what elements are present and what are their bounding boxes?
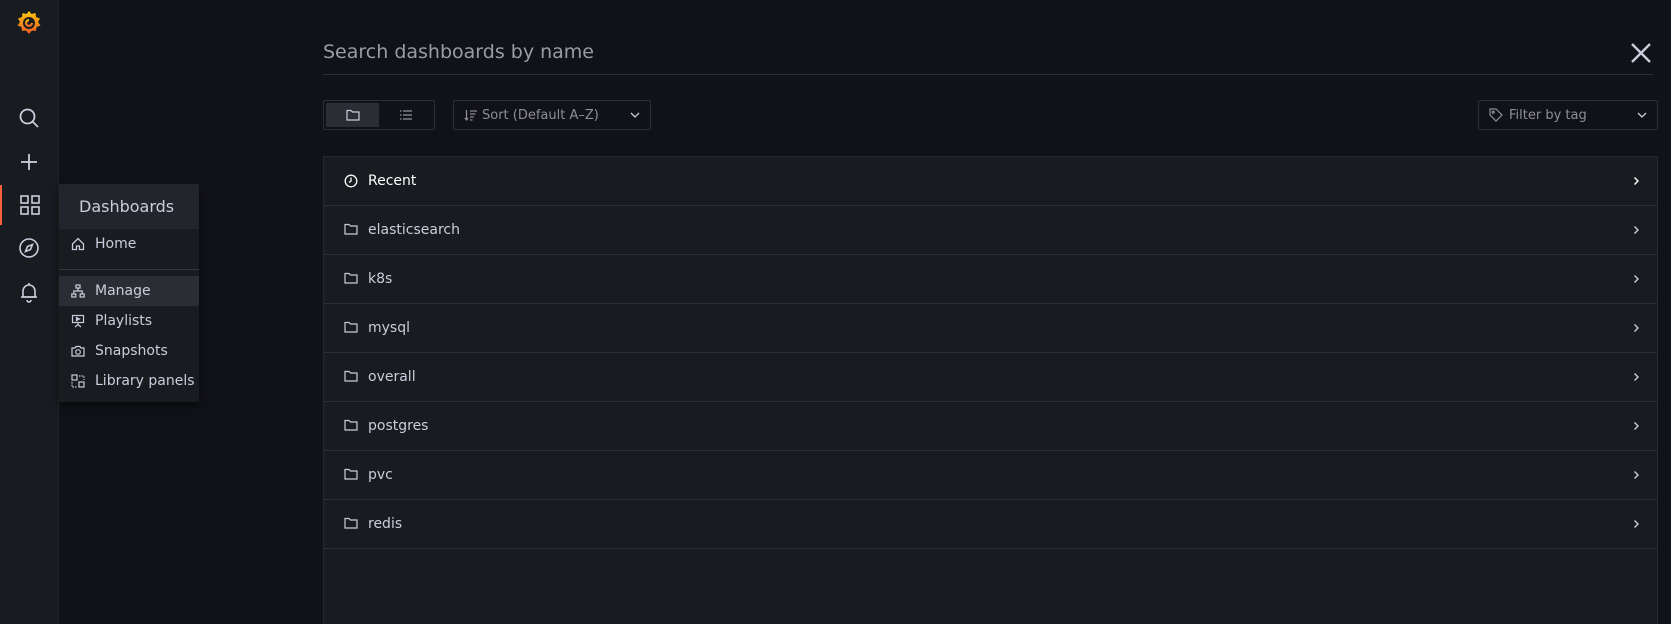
folder-icon: [344, 223, 358, 237]
folder-row-recent[interactable]: Recent: [324, 157, 1657, 206]
chevron-down-icon: [1637, 112, 1647, 118]
menu-item-label: Library panels: [95, 373, 195, 389]
chevron-right-icon: [1631, 274, 1641, 284]
chevron-right-icon: [1631, 421, 1641, 431]
dashboards-menu-title[interactable]: Dashboards: [59, 184, 199, 229]
clock-icon: [344, 174, 358, 188]
chevron-right-icon: [1631, 225, 1641, 235]
folder-label: Recent: [368, 173, 417, 189]
sidebar: [0, 0, 59, 624]
sidebar-item-dashboards[interactable]: [0, 185, 58, 225]
sidebar-item-explore[interactable]: [0, 228, 58, 268]
folder-label: mysql: [368, 320, 410, 336]
chevron-right-icon: [1631, 176, 1641, 186]
menu-item-manage[interactable]: Manage: [59, 276, 199, 306]
folder-label: k8s: [368, 271, 393, 287]
sidebar-item-alerting[interactable]: [0, 272, 58, 312]
close-search-button[interactable]: [1628, 40, 1654, 66]
menu-item-label: Playlists: [95, 313, 153, 329]
sort-label: Sort (Default A–Z): [482, 107, 599, 123]
chevron-right-icon: [1631, 323, 1641, 333]
view-toggle: [323, 100, 435, 130]
folder-icon: [344, 370, 358, 384]
folder-label: elasticsearch: [368, 222, 460, 238]
dashboards-menu: Dashboards Home Manage Playlists Snapsho…: [59, 184, 199, 402]
folder-label: postgres: [368, 418, 429, 434]
tag-filter-select[interactable]: Filter by tag: [1478, 100, 1658, 130]
list-view-button[interactable]: [379, 103, 432, 127]
presentation-icon: [71, 314, 85, 328]
sort-select[interactable]: Sort (Default A–Z): [453, 100, 651, 130]
tag-icon: [1489, 108, 1503, 122]
search-input[interactable]: [323, 30, 1653, 75]
folder-icon: [344, 517, 358, 531]
folder-label: pvc: [368, 467, 393, 483]
folder-icon: [345, 109, 360, 121]
menu-item-home[interactable]: Home: [59, 229, 199, 259]
compass-icon: [18, 237, 40, 259]
menu-item-label: Home: [95, 236, 137, 252]
folder-row[interactable]: overall: [324, 353, 1657, 402]
folder-row[interactable]: k8s: [324, 255, 1657, 304]
sitemap-icon: [71, 284, 85, 298]
menu-item-label: Manage: [95, 283, 151, 299]
sidebar-item-search[interactable]: [0, 98, 58, 138]
menu-item-snapshots[interactable]: Snapshots: [59, 336, 199, 366]
plus-icon: [19, 152, 39, 172]
chevron-right-icon: [1631, 470, 1641, 480]
folder-icon: [344, 321, 358, 335]
folder-icon: [344, 419, 358, 433]
folder-view-button[interactable]: [326, 103, 379, 127]
folder-row[interactable]: redis: [324, 500, 1657, 549]
grafana-logo-icon[interactable]: [15, 9, 43, 37]
folder-row[interactable]: elasticsearch: [324, 206, 1657, 255]
home-icon: [71, 237, 85, 251]
chevron-down-icon: [630, 112, 640, 118]
menu-item-label: Snapshots: [95, 343, 168, 359]
sidebar-item-create[interactable]: [0, 142, 58, 182]
tag-filter-placeholder: Filter by tag: [1509, 107, 1587, 123]
folder-label: redis: [368, 516, 403, 532]
close-icon: [1628, 40, 1654, 66]
folder-row[interactable]: pvc: [324, 451, 1657, 500]
menu-item-playlists[interactable]: Playlists: [59, 306, 199, 336]
camera-icon: [71, 344, 85, 358]
menu-divider: [59, 269, 199, 270]
chevron-right-icon: [1631, 372, 1641, 382]
folder-label: overall: [368, 369, 416, 385]
apps-icon: [19, 194, 41, 216]
folder-row[interactable]: mysql: [324, 304, 1657, 353]
menu-item-library-panels[interactable]: Library panels: [59, 366, 199, 396]
search-icon: [18, 107, 40, 129]
list-icon: [399, 109, 413, 121]
bell-icon: [19, 281, 39, 303]
chevron-right-icon: [1631, 519, 1641, 529]
sort-icon: [464, 109, 478, 121]
library-panel-icon: [71, 374, 85, 388]
folder-list: Recent elasticsearch k8s mysql overall p…: [323, 156, 1658, 624]
folder-icon: [344, 272, 358, 286]
folder-icon: [344, 468, 358, 482]
folder-row[interactable]: postgres: [324, 402, 1657, 451]
